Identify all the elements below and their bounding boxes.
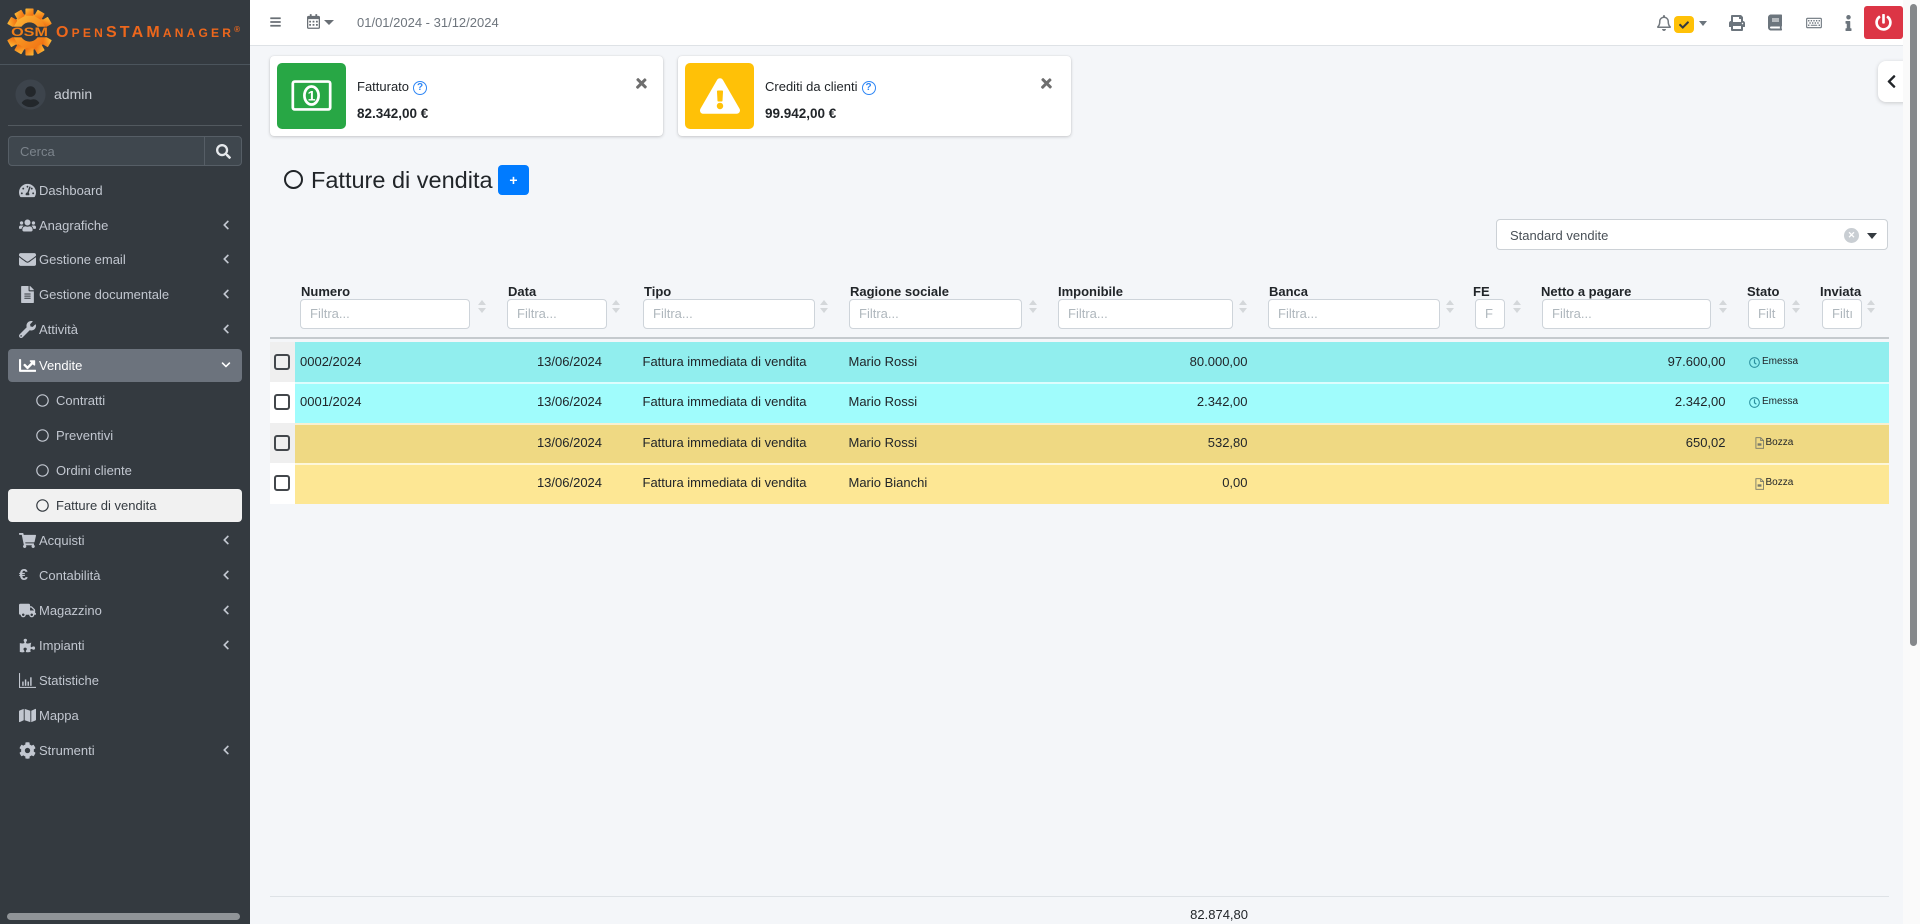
svg-text:1: 1 [308, 88, 316, 104]
svg-text:OSM: OSM [11, 26, 48, 39]
